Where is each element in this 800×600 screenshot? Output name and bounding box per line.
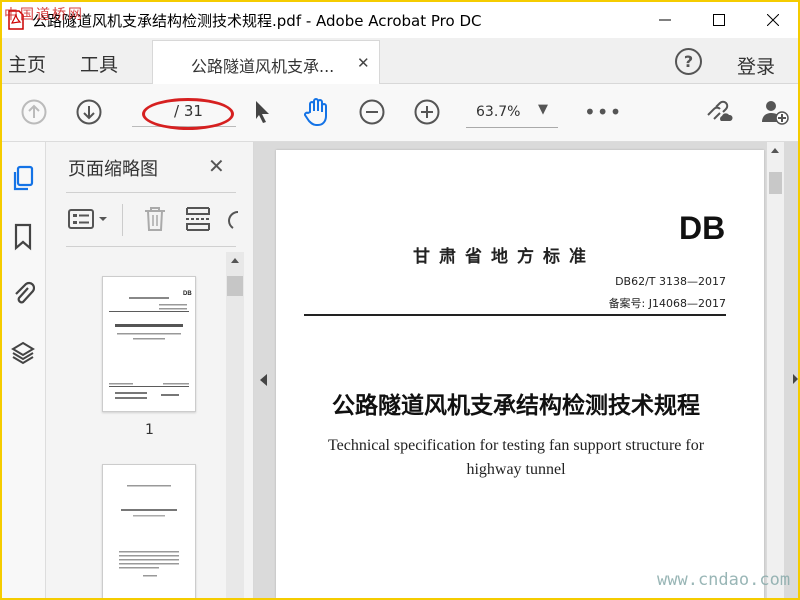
- attachments-button[interactable]: [6, 276, 40, 310]
- watermark-bottom: www.cndao.com: [657, 570, 791, 590]
- zoom-dropdown[interactable]: 63.7% ▼: [466, 96, 558, 128]
- divider: [122, 204, 123, 236]
- add-user-button[interactable]: [760, 97, 790, 127]
- svg-text:DB: DB: [183, 291, 192, 297]
- extract-pages-icon[interactable]: [184, 205, 212, 233]
- page-thumbnails-button[interactable]: [6, 162, 40, 196]
- left-navigation-rail: [2, 142, 46, 598]
- plus-circle-icon: [414, 99, 440, 125]
- record-number: 备案号: J14068—2017: [608, 297, 726, 310]
- previous-page-button[interactable]: [19, 97, 49, 127]
- collapse-panel-icon[interactable]: [260, 374, 267, 386]
- close-tab-icon[interactable]: ✕: [357, 54, 370, 72]
- arrow-down-circle-icon: [76, 99, 102, 125]
- next-page-button[interactable]: [74, 97, 104, 127]
- maximize-button[interactable]: [696, 2, 742, 38]
- panel-scrollbar[interactable]: [226, 252, 244, 598]
- minimize-icon: [659, 19, 671, 21]
- rotate-icon[interactable]: [224, 206, 238, 234]
- help-icon[interactable]: ?: [675, 48, 702, 75]
- add-user-icon: [762, 101, 789, 125]
- page-thumbnails-panel: 页面缩略图 ✕ DB 1: [46, 142, 254, 598]
- share-link-button[interactable]: [704, 97, 734, 127]
- hand-tool-button[interactable]: [302, 97, 332, 127]
- window-title: 公路隧道风机支承结构检测技术规程.pdf - Adobe Acrobat Pro…: [32, 12, 482, 30]
- scroll-up-icon[interactable]: [771, 148, 779, 153]
- standard-category: 甘肃省地方标准: [413, 247, 595, 267]
- zoom-value: 63.7%: [476, 104, 521, 120]
- link-cloud-icon: [707, 100, 733, 121]
- watermark-top: 中国道桥网: [4, 7, 84, 23]
- zoom-out-button[interactable]: [357, 97, 387, 127]
- divider: [66, 246, 236, 247]
- login-button[interactable]: 登录: [737, 52, 775, 79]
- minus-circle-icon: [359, 99, 385, 125]
- tab-tools[interactable]: 工具: [80, 50, 118, 77]
- document-scroll-thumb[interactable]: [769, 172, 782, 194]
- chevron-down-icon: ▼: [538, 102, 548, 117]
- pdf-page: DB 甘肃省地方标准 DB62/T 3138—2017 备案号: J14068—…: [276, 150, 764, 598]
- layers-button[interactable]: [6, 336, 40, 370]
- expand-right-panel-icon[interactable]: [793, 374, 798, 384]
- header-rule: [304, 314, 726, 316]
- cursor-arrow-icon: [256, 101, 269, 123]
- maximize-icon: [713, 14, 725, 26]
- close-icon: [767, 14, 779, 26]
- page-total: / 31: [174, 102, 203, 120]
- paperclip-icon: [15, 281, 35, 304]
- page-input-underline: [132, 126, 236, 127]
- document-view: DB 甘肃省地方标准 DB62/T 3138—2017 备案号: J14068—…: [254, 142, 798, 598]
- minimize-button[interactable]: [642, 2, 688, 38]
- divider: [66, 192, 236, 193]
- toolbar: / 31 63.7% ▼ •••: [2, 84, 798, 142]
- close-panel-icon[interactable]: ✕: [208, 154, 225, 178]
- layers-icon: [11, 341, 35, 365]
- tab-home[interactable]: 主页: [8, 50, 46, 77]
- title-bar: 公路隧道风机支承结构检测技术规程.pdf - Adobe Acrobat Pro…: [2, 2, 798, 38]
- document-title-zh: 公路隧道风机支承结构检测技术规程: [332, 392, 700, 419]
- scroll-up-icon[interactable]: [231, 258, 239, 263]
- bookmark-icon: [14, 223, 32, 251]
- arrow-up-circle-icon: [21, 99, 47, 125]
- panel-toolbar: [66, 200, 238, 238]
- panel-title: 页面缩略图: [68, 159, 158, 180]
- thumbnail-options-icon[interactable]: [68, 208, 112, 230]
- zoom-in-button[interactable]: [412, 97, 442, 127]
- thumbnail-preview: DB: [109, 291, 192, 399]
- acrobat-window: 公路隧道风机支承结构检测技术规程.pdf - Adobe Acrobat Pro…: [2, 2, 798, 598]
- document-title-en: Technical specification for testing fan …: [327, 437, 705, 478]
- tab-document[interactable]: 公路隧道风机支承... ✕: [152, 40, 380, 84]
- tab-bar: 主页 工具 公路隧道风机支承... ✕ ? 登录: [2, 38, 798, 84]
- page-number-input[interactable]: [132, 100, 180, 122]
- thumbnail-page-number: 1: [145, 422, 154, 438]
- standard-code: DB62/T 3138—2017: [615, 275, 726, 288]
- panel-scroll-thumb[interactable]: [227, 276, 243, 296]
- close-window-button[interactable]: [750, 2, 796, 38]
- select-tool-button[interactable]: [248, 97, 278, 127]
- pages-copy-icon: [13, 165, 34, 191]
- trash-icon[interactable]: [142, 205, 168, 233]
- page-thumbnail-1[interactable]: DB: [102, 276, 196, 412]
- bookmarks-button[interactable]: [6, 220, 40, 254]
- page-thumbnail-2[interactable]: [102, 464, 196, 598]
- thumbnail-preview: [119, 485, 179, 577]
- db-mark: DB: [679, 210, 726, 246]
- document-tab-label: 公路隧道风机支承...: [191, 57, 335, 76]
- document-scrollbar[interactable]: [767, 142, 784, 598]
- more-tools-icon[interactable]: •••: [584, 100, 622, 124]
- hand-icon: [304, 98, 327, 126]
- page-navigation: / 31: [128, 94, 240, 128]
